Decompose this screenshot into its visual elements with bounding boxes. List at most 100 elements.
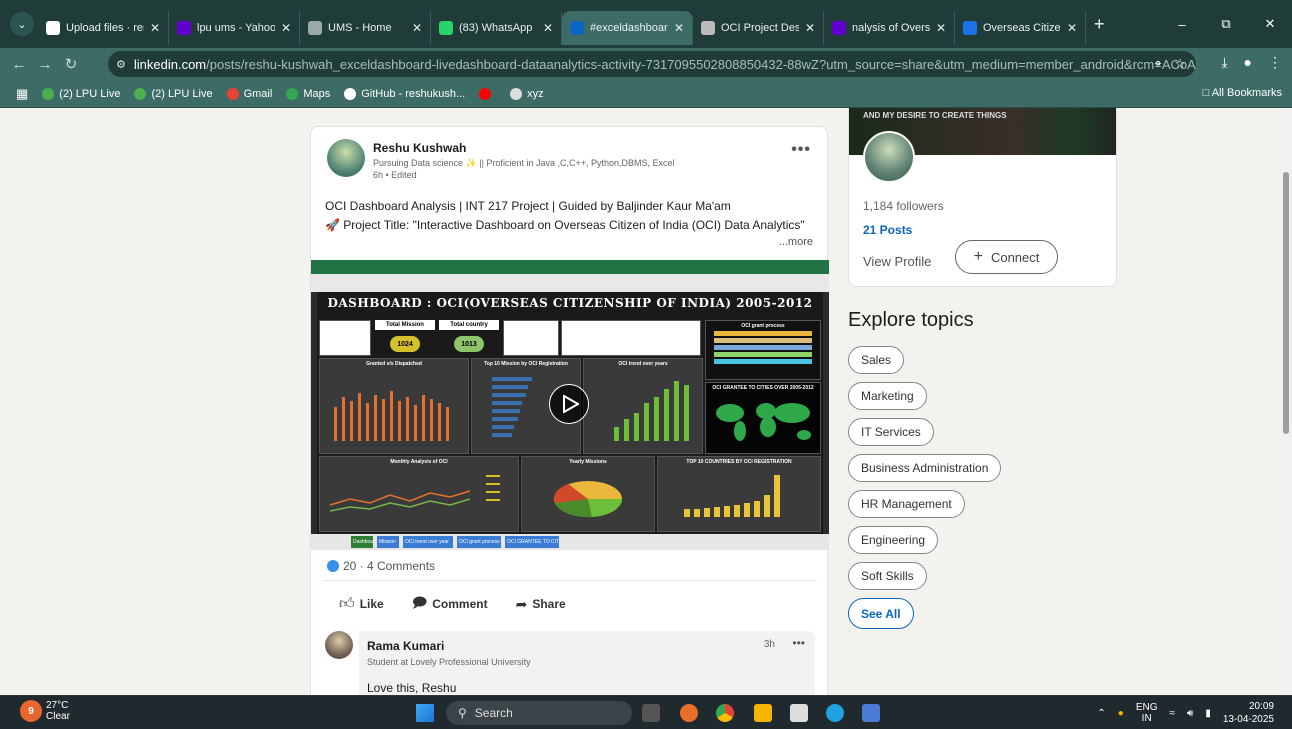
profile-icon[interactable]: ● xyxy=(1244,54,1252,71)
topic-pill[interactable]: Sales xyxy=(848,346,905,374)
address-bar[interactable]: ⚙ linkedin.com /posts/reshu-kushwah_exce… xyxy=(108,51,1196,77)
bookmark-item[interactable]: (2) LPU Live xyxy=(42,87,120,100)
volume-icon[interactable]: 🔊︎ xyxy=(1187,708,1193,719)
apps-icon[interactable]: ▦ xyxy=(16,86,28,102)
linkedin-icon xyxy=(570,21,584,35)
app-icon[interactable] xyxy=(862,704,880,722)
play-video-button[interactable] xyxy=(549,384,589,424)
downloads-icon[interactable]: ⤓ xyxy=(1221,54,1227,71)
battery-icon[interactable]: ▮ xyxy=(1205,708,1211,719)
close-tab-icon[interactable]: ✕ xyxy=(805,21,815,35)
yahoo-icon xyxy=(832,21,846,35)
windows-start-icon[interactable] xyxy=(416,704,434,722)
commenter-avatar[interactable] xyxy=(325,631,353,659)
excel-sheet-tab: Mission xyxy=(377,536,399,548)
bookmark-favicon-icon xyxy=(479,87,492,100)
new-tab-button[interactable]: + xyxy=(1094,14,1105,35)
weather-widget[interactable]: 9 27°C Clear xyxy=(20,700,70,722)
edge-icon[interactable] xyxy=(826,704,844,722)
bookmark-item[interactable]: Gmail xyxy=(226,87,272,100)
browser-tab[interactable]: Overseas Citizen ✕ xyxy=(955,11,1086,45)
linkedin-page: Reshu Kushwah Pursuing Data science ✨ ||… xyxy=(0,108,1280,695)
like-button[interactable]: 👍︎ Like xyxy=(339,592,384,616)
browser-tab[interactable]: OCI Project Desc ✕ xyxy=(693,11,824,45)
kpi-mission-value: 1024 xyxy=(390,336,420,352)
posts-link[interactable]: 21 Posts xyxy=(863,223,912,237)
share-button[interactable]: ➦ Share xyxy=(516,592,566,616)
site-info-icon[interactable]: ⚙ xyxy=(116,58,126,71)
top10-countries-chart: TOP 10 COUNTRIES BY OCI REGISTRATION xyxy=(657,456,821,532)
bookmark-item[interactable]: xyz xyxy=(510,87,544,100)
bookmark-item[interactable]: (2) LPU Live xyxy=(134,87,213,100)
post-video[interactable]: DASHBOARD : OCI(OVERSEAS CITIZENSHIP OF … xyxy=(311,260,829,550)
task-view-icon[interactable] xyxy=(642,704,660,722)
clock[interactable]: 20:09 13-04-2025 xyxy=(1223,700,1274,726)
reactions-summary[interactable]: 20 · 4 Comments xyxy=(327,559,435,573)
language-indicator[interactable]: ENG IN xyxy=(1136,702,1158,724)
bookmark-item[interactable] xyxy=(479,87,496,100)
connect-button[interactable]: + Connect xyxy=(955,240,1058,274)
close-tab-icon[interactable]: ✕ xyxy=(936,21,946,35)
file-explorer-icon[interactable] xyxy=(754,704,772,722)
topic-pill[interactable]: Engineering xyxy=(848,526,939,554)
profile-avatar[interactable] xyxy=(863,131,915,183)
wifi-icon[interactable]: ≈ xyxy=(1170,708,1176,719)
tab-title: nalysis of Overse xyxy=(852,22,930,34)
password-key-icon[interactable]: ⚬ xyxy=(1153,56,1164,71)
top10-mission-title: Top 10 Mission by OCI Registration xyxy=(484,361,568,367)
bookmark-star-icon[interactable]: ☆ xyxy=(1174,56,1186,71)
post-more-options-icon[interactable]: ••• xyxy=(791,141,811,159)
topic-pill[interactable]: Business Administration xyxy=(848,454,1002,482)
author-name[interactable]: Reshu Kushwah xyxy=(373,141,466,155)
see-more-link[interactable]: ...more xyxy=(779,236,813,248)
browser-tab[interactable]: UMS - Home ✕ xyxy=(300,11,431,45)
bookmark-favicon-icon xyxy=(226,87,239,100)
commenter-name[interactable]: Rama Kumari xyxy=(367,639,444,653)
topic-pill[interactable]: Soft Skills xyxy=(848,562,927,590)
view-profile-link[interactable]: View Profile xyxy=(863,254,931,269)
topic-pill[interactable]: IT Services xyxy=(848,418,934,446)
taskbar-search[interactable]: ⚲ Search xyxy=(446,701,632,725)
widget-app-icon[interactable] xyxy=(680,704,698,722)
excel-formula-bar xyxy=(311,274,829,292)
author-avatar[interactable] xyxy=(327,139,365,177)
browser-tab[interactable]: #exceldashboard ✕ xyxy=(562,11,693,45)
page-scrollbar[interactable] xyxy=(1280,108,1292,695)
tab-search-button[interactable]: ⌄ xyxy=(10,12,34,36)
browser-tab[interactable]: nalysis of Overse ✕ xyxy=(824,11,955,45)
restore-button[interactable]: ⧉ xyxy=(1204,16,1248,32)
minimize-button[interactable]: – xyxy=(1160,17,1204,32)
chrome-icon[interactable] xyxy=(716,704,734,722)
browser-menu-icon[interactable]: ⋮ xyxy=(1268,54,1282,71)
bookmark-favicon-icon xyxy=(286,87,299,100)
close-tab-icon[interactable]: ✕ xyxy=(150,21,160,35)
forward-button[interactable]: → xyxy=(32,56,58,73)
close-tab-icon[interactable]: ✕ xyxy=(543,21,553,35)
tray-app-icon[interactable]: ● xyxy=(1118,708,1124,719)
reload-button[interactable]: ↻ xyxy=(58,55,84,73)
scrollbar-thumb[interactable] xyxy=(1283,172,1289,434)
bookmark-item[interactable]: Maps xyxy=(286,87,330,100)
close-tab-icon[interactable]: ✕ xyxy=(281,21,291,35)
store-icon[interactable] xyxy=(790,704,808,722)
comment-button[interactable]: 🗩︎ Comment xyxy=(412,592,488,616)
see-all-button[interactable]: See All xyxy=(848,598,914,629)
bookmark-label: xyz xyxy=(527,87,544,100)
close-tab-icon[interactable]: ✕ xyxy=(412,21,422,35)
close-tab-icon[interactable]: ✕ xyxy=(1067,21,1077,35)
browser-tab[interactable]: (83) WhatsApp ✕ xyxy=(431,11,562,45)
tray-overflow-icon[interactable]: ⌃ xyxy=(1097,708,1105,719)
filter-panel-2 xyxy=(561,320,701,356)
browser-tab[interactable]: Upload files · res ✕ xyxy=(38,11,169,45)
url-path: /posts/reshu-kushwah_exceldashboard-live… xyxy=(206,56,1196,72)
bookmark-item[interactable]: GitHub - reshukush... xyxy=(344,87,465,100)
browser-tab[interactable]: lpu ums - Yahoo ✕ xyxy=(169,11,300,45)
topic-pill[interactable]: HR Management xyxy=(848,490,965,518)
slicer-panel xyxy=(319,320,371,356)
topic-pill[interactable]: Marketing xyxy=(848,382,927,410)
close-tab-icon[interactable]: ✕ xyxy=(674,21,684,35)
close-window-button[interactable]: ✕ xyxy=(1248,16,1292,32)
comment-more-icon[interactable]: ••• xyxy=(792,636,805,650)
all-bookmarks-button[interactable]: □ All Bookmarks xyxy=(1203,87,1282,99)
back-button[interactable]: ← xyxy=(6,56,32,73)
